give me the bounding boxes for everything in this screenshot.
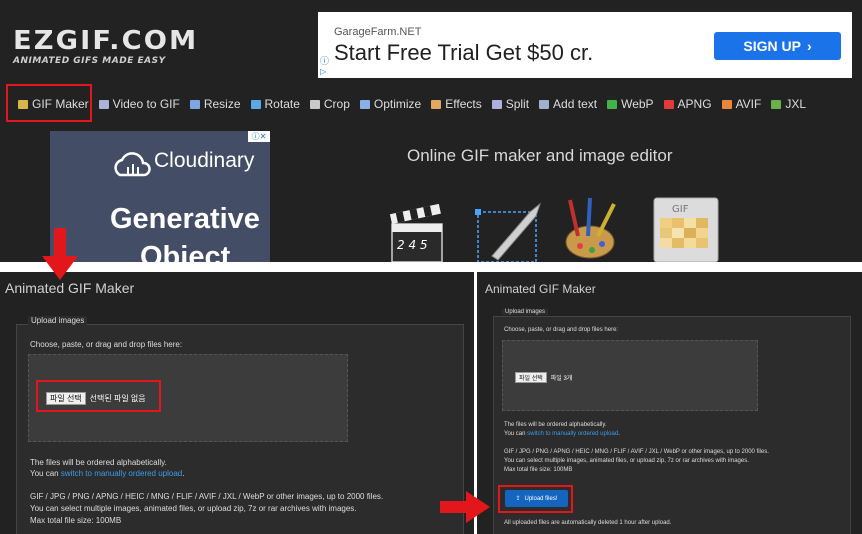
nav-item-video-to-gif[interactable]: Video to GIF bbox=[98, 97, 180, 111]
file-input[interactable]: 파일 선택 파일 3개 bbox=[515, 372, 572, 383]
max-file-size: Max total file size: 100MB bbox=[30, 516, 122, 525]
nav-item-label: AVIF bbox=[735, 97, 762, 111]
multi-select-note: You can select multiple images, animated… bbox=[504, 458, 749, 464]
nav-item-crop[interactable]: Crop bbox=[309, 97, 350, 111]
nav-item-resize[interactable]: Resize bbox=[189, 97, 241, 111]
add-text-icon bbox=[539, 99, 550, 109]
logo-tagline: ANIMATED GIFS MADE EASY bbox=[13, 56, 166, 66]
nav-item-webp[interactable]: WebP bbox=[607, 97, 654, 111]
logo-wordmark: EZGIF.COM bbox=[13, 26, 199, 56]
rotate-icon bbox=[250, 99, 261, 109]
effects-icon bbox=[431, 99, 442, 109]
svg-text:2 4 5: 2 4 5 bbox=[397, 238, 428, 252]
switch-note: You can switch to manually ordered uploa… bbox=[30, 469, 184, 478]
arrow-right-icon bbox=[440, 491, 490, 523]
screenshot-composite: EZGIF.COM ANIMATED GIFS MADE EASY Garage… bbox=[0, 0, 862, 534]
nav-item-optimize[interactable]: Optimize bbox=[359, 97, 422, 111]
nav-item-label: APNG bbox=[677, 97, 712, 111]
nav-item-label: Split bbox=[505, 97, 530, 111]
ezgif-header-section: EZGIF.COM ANIMATED GIFS MADE EASY Garage… bbox=[0, 0, 862, 262]
nav-item-split[interactable]: Split bbox=[491, 97, 530, 111]
gif-maker-panel-before: Animated GIF Maker Upload images Choose,… bbox=[0, 272, 474, 534]
ad-close-icon[interactable]: ⓘ✕ bbox=[248, 131, 270, 142]
switch-suffix: . bbox=[618, 431, 620, 437]
upload-instruction: Choose, paste, or drag and drop files he… bbox=[504, 327, 619, 333]
upload-button-highlight-box bbox=[498, 485, 573, 513]
switch-prefix: You can bbox=[30, 469, 61, 478]
supported-formats: GIF / JPG / PNG / APNG / HEIC / MNG / FL… bbox=[30, 492, 384, 501]
nav-item-label: WebP bbox=[621, 97, 654, 111]
nav-item-label: Video to GIF bbox=[112, 97, 180, 111]
crop-icon bbox=[309, 99, 320, 109]
nav-item-rotate[interactable]: Rotate bbox=[250, 97, 300, 111]
nav-item-label: Resize bbox=[203, 97, 241, 111]
multi-select-note: You can select multiple images, animated… bbox=[30, 504, 357, 513]
nav-item-label: Add text bbox=[553, 97, 598, 111]
optimize-icon bbox=[359, 99, 370, 109]
crop-tool-icon bbox=[475, 202, 542, 262]
hero-title: Online GIF maker and image editor bbox=[407, 146, 673, 165]
apng-icon bbox=[663, 99, 674, 109]
ad-choices-icon[interactable]: ▷ bbox=[320, 67, 330, 77]
resize-icon bbox=[189, 99, 200, 109]
site-logo[interactable]: EZGIF.COM ANIMATED GIFS MADE EASY bbox=[13, 28, 196, 66]
supported-formats: GIF / JPG / PNG / APNG / HEIC / MNG / FL… bbox=[504, 449, 769, 455]
paint-brushes-icon bbox=[565, 197, 616, 259]
ad-signup-button[interactable]: SIGN UP › bbox=[714, 32, 841, 60]
nav-item-avif[interactable]: AVIF bbox=[721, 97, 762, 111]
panel-title: Animated GIF Maker bbox=[485, 282, 596, 296]
nav-item-label: Effects bbox=[445, 97, 482, 111]
clapperboard-icon: 2 4 5 bbox=[389, 203, 443, 262]
upload-instruction: Choose, paste, or drag and drop files he… bbox=[30, 340, 183, 349]
switch-suffix: . bbox=[182, 469, 185, 478]
auto-delete-note: All uploaded files are automatically del… bbox=[504, 520, 672, 526]
main-nav: GIF Maker Video to GIF Resize Rotate Crop Opt… bbox=[0, 90, 862, 118]
nav-item-add-text[interactable]: Add text bbox=[539, 97, 597, 111]
switch-upload-link[interactable]: switch to manually ordered upload bbox=[61, 469, 182, 478]
ad-headline: Start Free Trial Get $50 cr. bbox=[334, 40, 594, 65]
top-banner-ad[interactable]: GarageFarm.NET Start Free Trial Get $50 … bbox=[318, 12, 852, 78]
nav-item-label: JXL bbox=[785, 97, 807, 111]
nav-item-jxl[interactable]: JXL bbox=[771, 97, 806, 111]
ad-info-icon[interactable]: ⓘ bbox=[320, 56, 330, 66]
jxl-icon bbox=[771, 99, 782, 109]
switch-prefix: You can bbox=[504, 431, 528, 437]
nav-item-label: Crop bbox=[323, 97, 350, 111]
gif-maker-highlight-box bbox=[6, 84, 92, 122]
ad-line-2: Object bbox=[140, 241, 231, 262]
ad-signup-label: SIGN UP bbox=[743, 38, 801, 54]
avif-icon bbox=[721, 99, 732, 109]
video-to-gif-icon bbox=[98, 99, 109, 109]
ad-advertiser: GarageFarm.NET bbox=[334, 26, 422, 38]
chevron-right-icon: › bbox=[806, 38, 812, 54]
upload-legend: Upload images bbox=[28, 316, 88, 325]
gif-maker-panel-after: Animated GIF Maker Upload images Choose,… bbox=[477, 272, 862, 534]
upload-legend: Upload images bbox=[502, 309, 549, 315]
panel-title: Animated GIF Maker bbox=[5, 280, 135, 296]
webp-icon bbox=[607, 99, 618, 109]
svg-text:GIF: GIF bbox=[672, 204, 689, 215]
cloud-icon bbox=[114, 152, 151, 177]
nav-item-effects[interactable]: Effects bbox=[431, 97, 482, 111]
arrow-down-icon bbox=[42, 228, 78, 280]
side-banner-ad[interactable]: ⓘ✕ Cloudinary Generative Object bbox=[50, 131, 270, 262]
switch-note: You can switch to manually ordered uploa… bbox=[504, 431, 620, 437]
order-note: The files will be ordered alphabetically… bbox=[30, 458, 167, 467]
nav-item-label: Optimize bbox=[373, 97, 422, 111]
gif-file-icon: GIF bbox=[653, 197, 719, 262]
choose-file-button[interactable]: 파일 선택 bbox=[515, 372, 547, 383]
max-file-size: Max total file size: 100MB bbox=[504, 467, 573, 473]
split-icon bbox=[491, 99, 502, 109]
ad-line-1: Generative bbox=[110, 203, 260, 235]
ad-brand: Cloudinary bbox=[154, 149, 255, 172]
switch-upload-link[interactable]: switch to manually ordered upload bbox=[527, 431, 618, 437]
nav-item-apng[interactable]: APNG bbox=[663, 97, 712, 111]
file-input-highlight-box bbox=[36, 380, 161, 412]
nav-item-label: Rotate bbox=[264, 97, 300, 111]
file-status: 파일 3개 bbox=[550, 376, 573, 382]
order-note: The files will be ordered alphabetically… bbox=[504, 422, 607, 428]
